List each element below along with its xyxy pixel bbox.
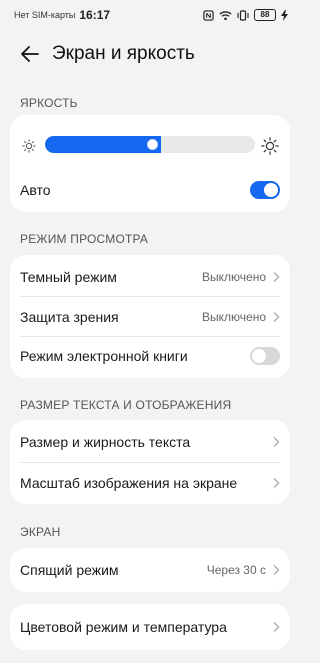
carrier-label: Нет SIM-карты — [14, 10, 76, 20]
display-scale-row[interactable]: Масштаб изображения на экране — [10, 463, 290, 503]
section-label-text-display: РАЗМЕР ТЕКСТА И ОТОБРАЖЕНИЯ — [20, 398, 232, 412]
chevron-right-icon — [273, 312, 280, 322]
sun-large-icon — [261, 137, 279, 155]
page-title: Экран и яркость — [52, 43, 195, 64]
battery-icon: 88 — [254, 9, 276, 21]
nfc-icon — [203, 9, 214, 21]
section-label-brightness: ЯРКОСТЬ — [20, 96, 78, 110]
brightness-slider-fill — [45, 136, 161, 153]
text-size-row[interactable]: Размер и жирность текста — [10, 422, 290, 462]
clock: 16:17 — [79, 8, 111, 22]
ebook-mode-label: Режим электронной книги — [20, 348, 188, 364]
dark-mode-value: Выключено — [202, 270, 266, 284]
ebook-mode-row[interactable]: Режим электронной книги — [10, 336, 290, 376]
dark-mode-label: Темный режим — [20, 269, 117, 285]
sleep-label: Спящий режим — [20, 562, 119, 578]
eye-comfort-value: Выключено — [202, 310, 266, 324]
chevron-right-icon — [273, 622, 280, 632]
eye-comfort-row[interactable]: Защита зрения Выключено — [10, 297, 290, 337]
section-label-screen: ЭКРАН — [20, 525, 61, 539]
sleep-value: Через 30 с — [206, 563, 266, 577]
dark-mode-row[interactable]: Темный режим Выключено — [10, 257, 290, 297]
color-mode-label: Цветовой режим и температура — [20, 619, 227, 635]
sleep-card: Спящий режим Через 30 с — [10, 548, 290, 592]
text-size-label: Размер и жирность текста — [20, 434, 191, 450]
status-icons: 88 — [203, 9, 288, 21]
status-bar: Нет SIM-карты 16:17 88 — [0, 0, 300, 30]
brightness-slider-thumb[interactable] — [147, 139, 158, 150]
vibrate-icon — [237, 9, 249, 21]
eye-comfort-label: Защита зрения — [20, 309, 119, 325]
arrow-left-icon[interactable] — [18, 42, 42, 66]
sleep-row[interactable]: Спящий режим Через 30 с — [10, 550, 290, 590]
auto-brightness-row[interactable]: Авто — [10, 170, 290, 210]
chevron-right-icon — [273, 272, 280, 282]
sun-small-icon — [22, 139, 36, 153]
chevron-right-icon — [273, 478, 280, 488]
section-label-view-mode: РЕЖИМ ПРОСМОТРА — [20, 232, 149, 246]
display-scale-label: Масштаб изображения на экране — [20, 475, 238, 491]
wifi-icon — [219, 10, 232, 20]
chevron-right-icon — [273, 565, 280, 575]
chevron-right-icon — [273, 437, 280, 447]
ebook-mode-toggle[interactable] — [250, 347, 280, 365]
charging-icon — [281, 9, 288, 21]
view-mode-card: Темный режим Выключено Защита зрения Вык… — [10, 255, 290, 378]
auto-brightness-toggle[interactable] — [250, 181, 280, 199]
brightness-card: Авто — [10, 115, 290, 212]
color-mode-row[interactable]: Цветовой режим и температура — [10, 607, 290, 647]
auto-brightness-label: Авто — [20, 182, 51, 198]
app-header: Экран и яркость — [0, 36, 300, 72]
color-mode-card: Цветовой режим и температура — [10, 604, 290, 650]
text-display-card: Размер и жирность текста Масштаб изображ… — [10, 420, 290, 504]
